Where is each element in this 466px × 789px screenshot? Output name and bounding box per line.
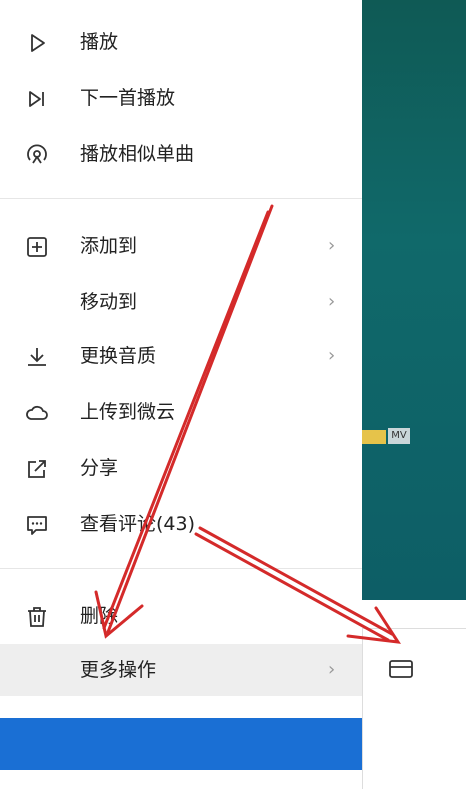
- menu-item-view-comments[interactable]: 查看评论(43): [0, 498, 362, 550]
- menu-item-play-similar[interactable]: 播放相似单曲: [0, 128, 362, 180]
- menu-item-label: 删除: [80, 605, 119, 627]
- trash-icon: [24, 604, 50, 630]
- menu-item-label: 查看评论(43): [80, 513, 196, 535]
- menu-item-label: 更换音质: [80, 345, 157, 367]
- menu-item-label: 分享: [80, 457, 119, 479]
- menu-item-label: 播放相似单曲: [80, 143, 195, 165]
- menu-item-move-to[interactable]: 移动到 ›: [0, 276, 362, 328]
- menu-item-upload-cloud[interactable]: 上传到微云: [0, 386, 362, 438]
- background-panel: [362, 0, 466, 600]
- menu-item-label: 播放: [80, 31, 119, 53]
- context-menu: 播放 下一首播放 播放相似单曲 添加到 › 移动到 › 更换音质 › 上传到微云…: [0, 0, 362, 718]
- menu-item-label: 上传到微云: [80, 401, 176, 423]
- cloud-icon: [24, 400, 50, 426]
- menu-item-label: 下一首播放: [80, 87, 176, 109]
- vip-badge: [358, 430, 386, 444]
- folder-icon[interactable]: [387, 657, 415, 681]
- play-icon: [24, 30, 50, 56]
- mv-badge[interactable]: MV: [388, 428, 410, 444]
- menu-item-more-actions[interactable]: 更多操作 ›: [0, 644, 362, 696]
- menu-item-play[interactable]: 播放: [0, 16, 362, 68]
- share-icon: [24, 456, 50, 482]
- more-actions-submenu: [362, 628, 466, 789]
- chevron-right-icon: ›: [328, 291, 336, 312]
- selected-row-bar: [0, 718, 362, 770]
- chevron-right-icon: ›: [328, 345, 336, 366]
- menu-item-change-quality[interactable]: 更换音质 ›: [0, 330, 362, 382]
- menu-divider: [0, 568, 362, 569]
- add-square-icon: [24, 234, 50, 260]
- play-next-icon: [24, 86, 50, 112]
- chevron-right-icon: ›: [328, 235, 336, 256]
- menu-item-delete[interactable]: 删除: [0, 590, 362, 642]
- menu-item-share[interactable]: 分享: [0, 442, 362, 494]
- download-icon: [24, 344, 50, 370]
- menu-item-add-to[interactable]: 添加到 ›: [0, 220, 362, 272]
- comment-icon: [24, 512, 50, 538]
- menu-item-label: 更多操作: [80, 659, 157, 681]
- menu-divider: [0, 198, 362, 199]
- radio-icon: [24, 142, 50, 168]
- menu-item-label: 移动到: [80, 291, 138, 313]
- chevron-right-icon: ›: [328, 659, 336, 680]
- menu-item-play-next[interactable]: 下一首播放: [0, 72, 362, 124]
- menu-item-label: 添加到: [80, 235, 138, 257]
